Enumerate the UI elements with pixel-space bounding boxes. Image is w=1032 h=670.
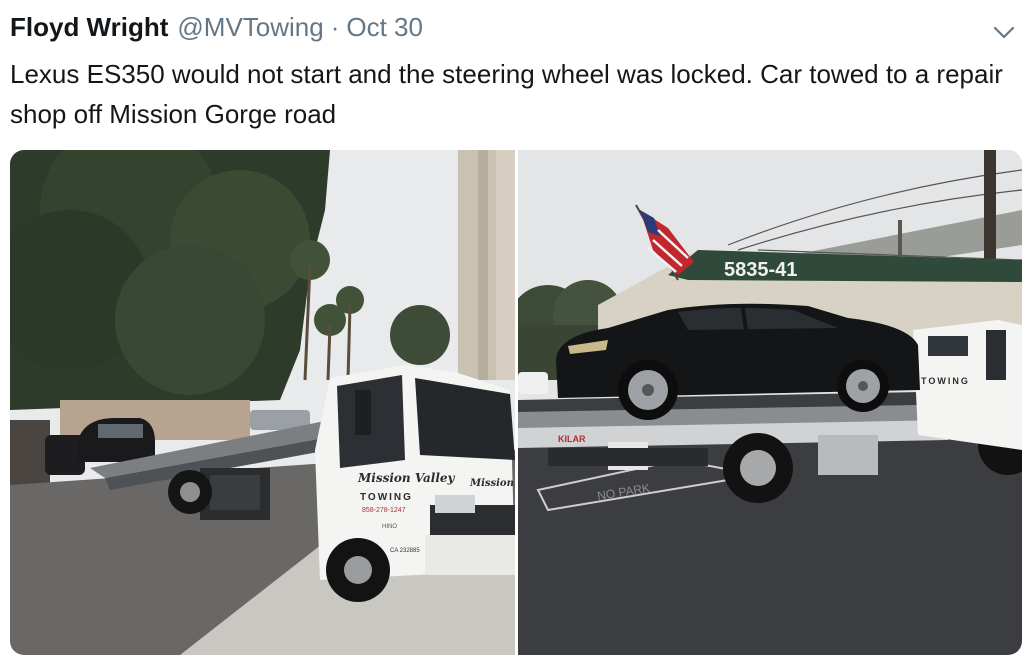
truck-door-subtext: TOWING	[360, 492, 413, 503]
building-number-text: 5835-41	[724, 259, 797, 281]
tweet-header: Floyd Wright @MVTowing · Oct 30	[10, 12, 423, 46]
tweet-photo-loaded-car[interactable]: 5835-41 NO PARK KILAR TOWING	[518, 150, 1022, 655]
truck-brand-text: HINO	[382, 524, 397, 530]
author-name[interactable]: Floyd Wright	[10, 12, 168, 43]
tweet-date[interactable]: Oct 30	[346, 12, 423, 43]
truck-door-text: Mission Valley	[357, 471, 456, 485]
truck-plate-text: CA 232885	[390, 548, 420, 554]
header-separator: ·	[330, 12, 340, 42]
author-handle[interactable]: @MVTowing	[177, 12, 323, 43]
truck-hood-text: Mission V	[469, 478, 515, 489]
cab-text: TOWING	[921, 376, 970, 386]
tweet-media: Mission Valley TOWING 858-278-1247 HINO …	[10, 150, 1022, 655]
tweet-card: Floyd Wright @MVTowing · Oct 30 Lexus ES…	[0, 0, 1032, 670]
tweet-text: Lexus ES350 would not start and the stee…	[10, 59, 1003, 129]
tweet-photo-tow-truck[interactable]: Mission Valley TOWING 858-278-1247 HINO …	[10, 150, 515, 655]
chevron-down-icon[interactable]	[992, 20, 1016, 44]
truck-phone-text: 858-278-1247	[362, 507, 406, 514]
bed-brand-text: KILAR	[558, 434, 586, 444]
